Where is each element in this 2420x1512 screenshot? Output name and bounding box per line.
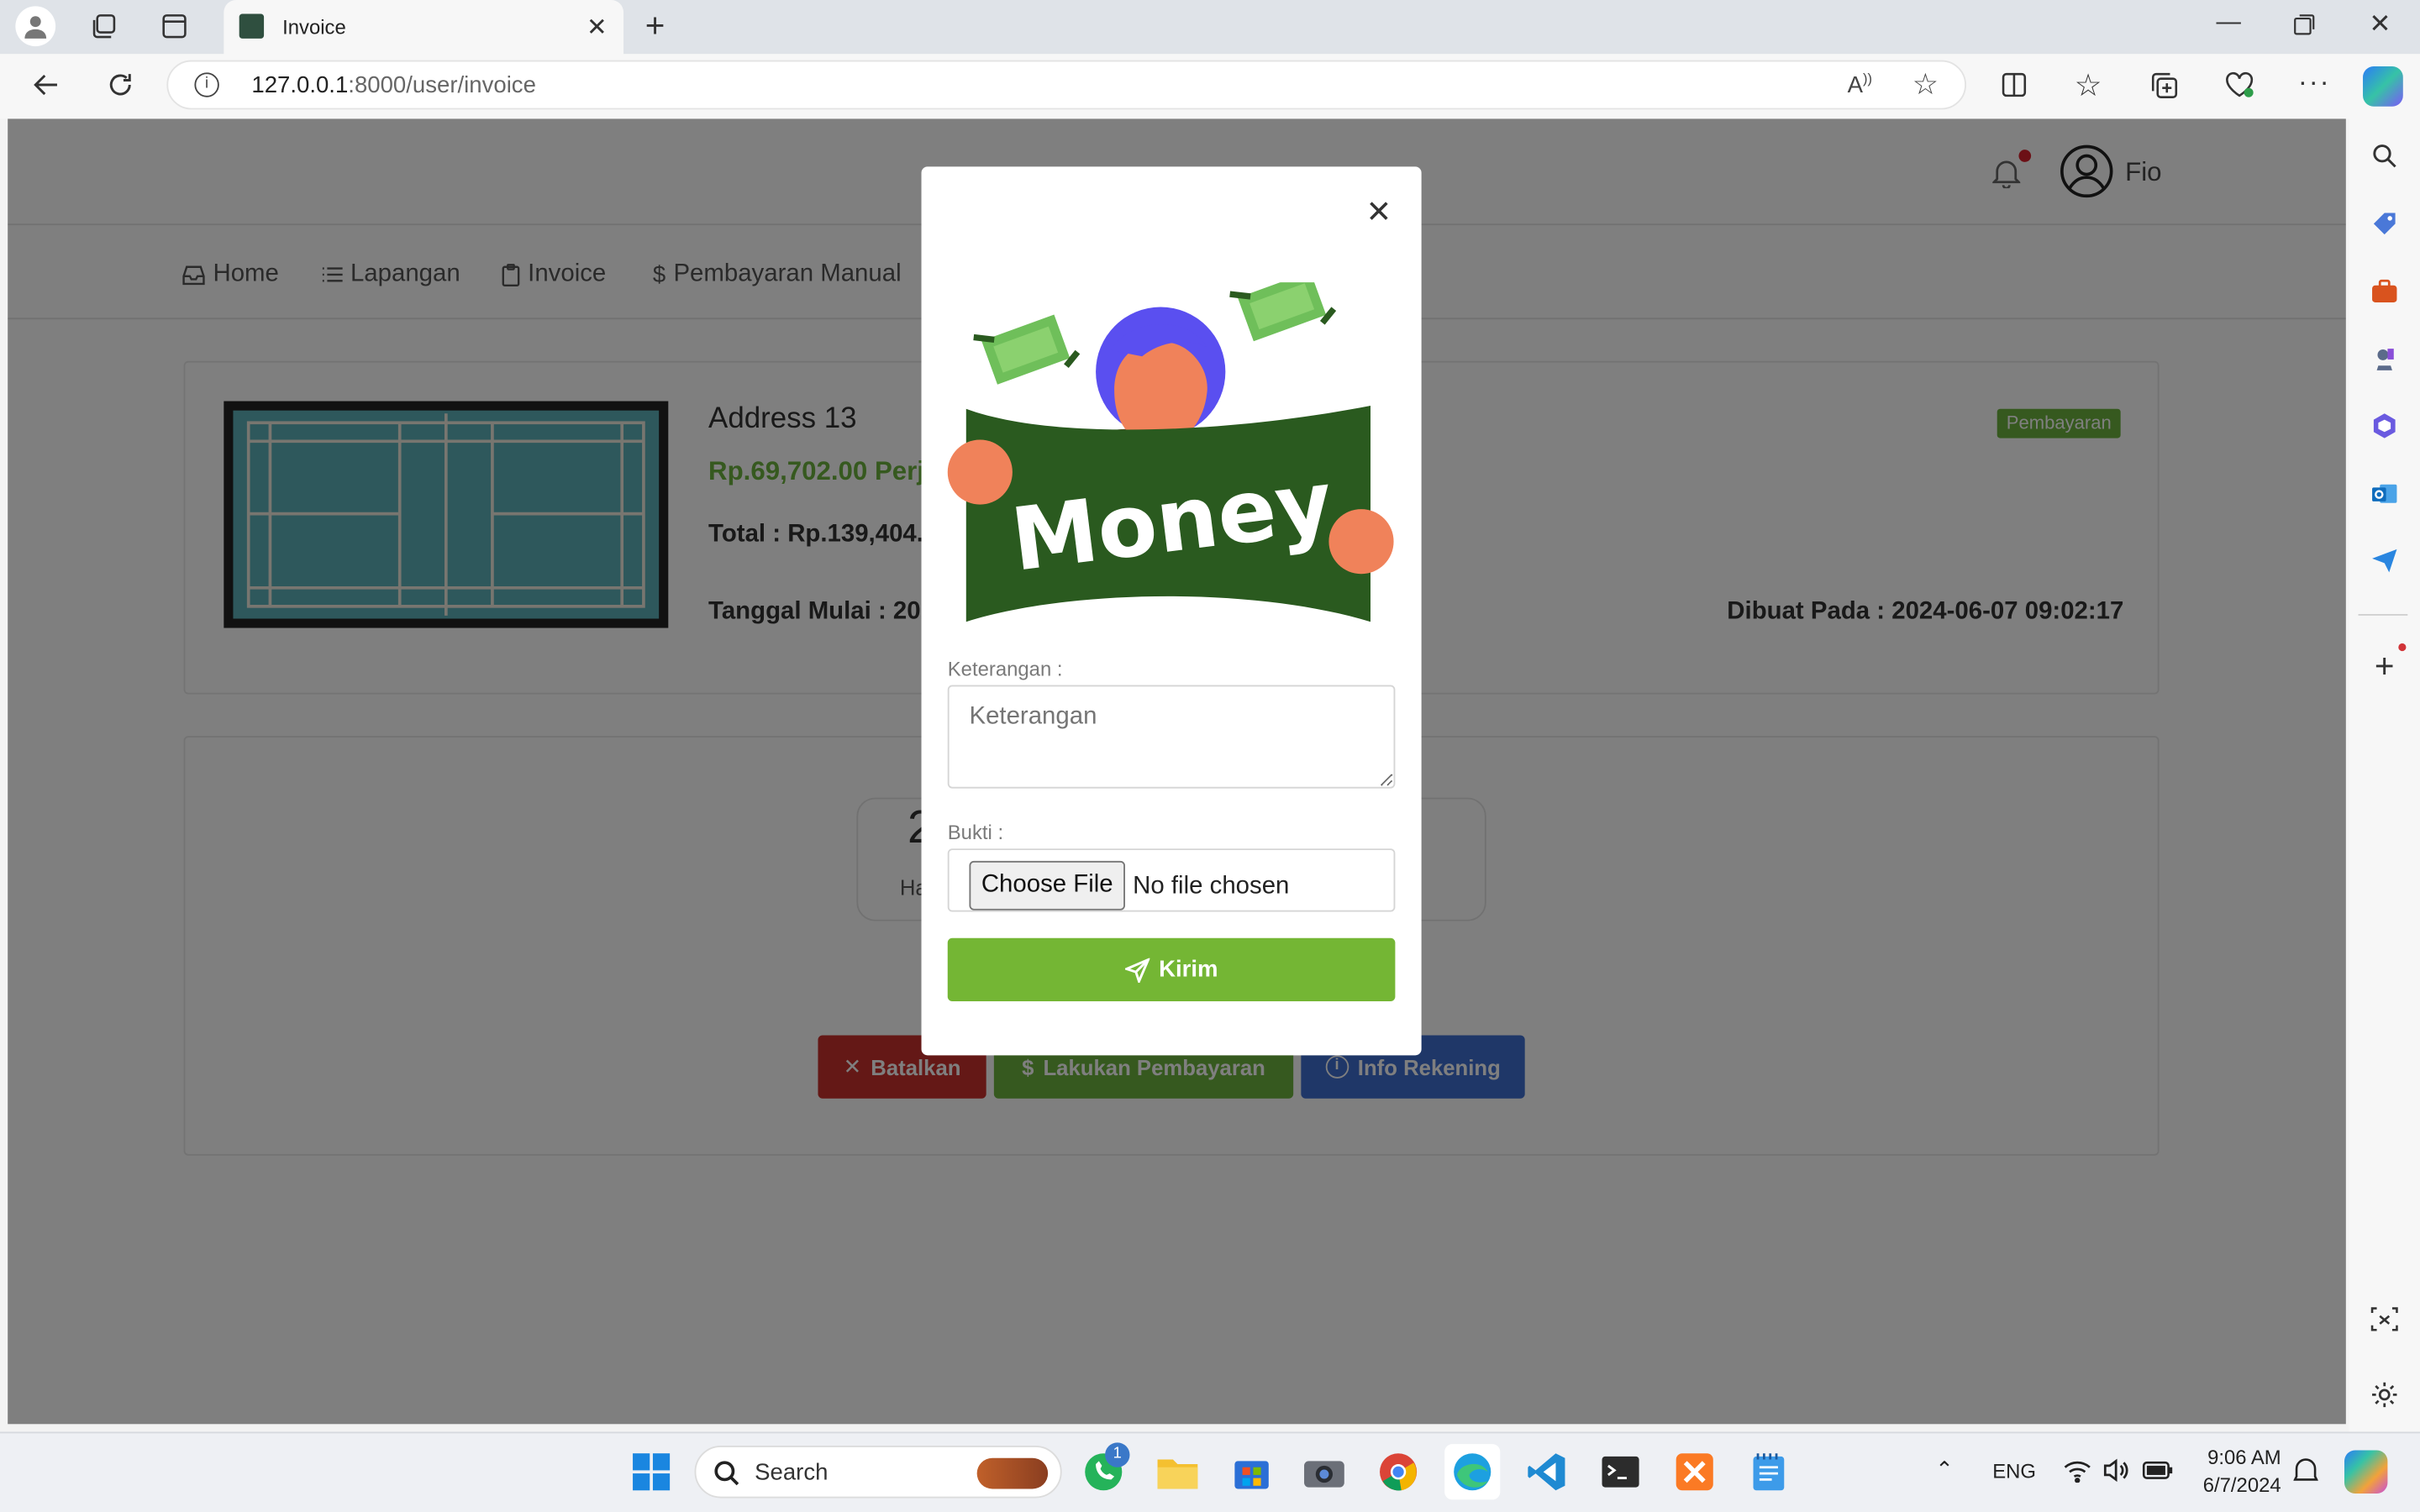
close-window-icon[interactable]: ✕ xyxy=(2369,9,2391,40)
close-tab-icon[interactable]: ✕ xyxy=(587,13,608,44)
tab-title: Invoice xyxy=(282,15,346,39)
refresh-icon[interactable] xyxy=(105,70,136,101)
tab-actions-icon[interactable] xyxy=(160,13,188,40)
restore-icon[interactable] xyxy=(2293,14,2315,36)
whatsapp-badge: 1 xyxy=(1105,1442,1130,1467)
search-icon[interactable] xyxy=(2365,136,2405,176)
copilot-icon[interactable] xyxy=(2363,66,2403,107)
keterangan-textarea[interactable] xyxy=(947,685,1396,789)
show-hidden-icons-icon[interactable]: ⌃ xyxy=(1935,1457,1954,1483)
search-placeholder: Search xyxy=(755,1459,829,1486)
back-icon[interactable] xyxy=(31,70,62,101)
split-screen-icon[interactable] xyxy=(2000,71,2028,98)
file-input[interactable]: Choose File No file chosen xyxy=(947,848,1396,912)
tools-briefcase-icon[interactable] xyxy=(2365,271,2405,312)
payment-modal: ✕ Money Keterangan : Bukti : xyxy=(921,166,1422,1056)
edge-sidebar xyxy=(2349,118,2420,1432)
read-aloud-icon[interactable]: A)) xyxy=(1848,71,1872,98)
screenshot-icon[interactable] xyxy=(2365,1299,2405,1340)
camera-icon[interactable] xyxy=(1297,1444,1352,1499)
favicon-icon xyxy=(239,13,265,39)
focus-assist-icon[interactable] xyxy=(2293,1458,2318,1483)
search-highlight-icon xyxy=(976,1457,1049,1489)
sidebar-settings-icon[interactable] xyxy=(2365,1375,2405,1415)
collections-icon[interactable] xyxy=(2150,71,2180,100)
xampp-icon[interactable] xyxy=(1667,1444,1723,1499)
copilot-taskbar-icon[interactable] xyxy=(2344,1450,2388,1494)
workspaces-icon[interactable] xyxy=(88,11,119,42)
outlook-icon[interactable] xyxy=(2365,474,2405,514)
favorite-star-icon[interactable]: ☆ xyxy=(1912,68,1939,103)
send-icon xyxy=(1124,957,1150,983)
shopping-tag-icon[interactable] xyxy=(2365,203,2405,244)
taskbar-search[interactable]: Search xyxy=(694,1446,1062,1499)
file-status: No file chosen xyxy=(1133,873,1290,900)
vscode-icon[interactable] xyxy=(1518,1444,1574,1499)
bukti-label: Bukti : xyxy=(947,821,1004,844)
browser-essentials-icon[interactable] xyxy=(2224,71,2255,98)
address-bar[interactable]: i 127.0.0.1:8000/user/invoice A)) ☆ xyxy=(166,60,1966,110)
more-options-icon[interactable]: ··· xyxy=(2298,66,2331,99)
games-chess-icon[interactable] xyxy=(2365,339,2405,380)
chrome-icon[interactable] xyxy=(1370,1444,1426,1499)
new-tab-icon[interactable]: + xyxy=(645,6,666,46)
search-icon xyxy=(713,1460,741,1488)
microsoft-365-icon[interactable] xyxy=(2365,406,2405,446)
edge-icon[interactable] xyxy=(1444,1444,1501,1500)
notepad-icon[interactable] xyxy=(1741,1444,1797,1499)
favorites-icon[interactable]: ☆ xyxy=(2075,66,2102,105)
terminal-icon[interactable] xyxy=(1593,1444,1649,1499)
wifi-icon[interactable] xyxy=(2064,1458,2091,1483)
keterangan-label: Keterangan : xyxy=(947,657,1063,680)
url-text: 127.0.0.1:8000/user/invoice xyxy=(251,72,536,99)
language-indicator[interactable]: ENG xyxy=(1992,1460,2036,1483)
file-explorer-icon[interactable] xyxy=(1150,1444,1205,1499)
site-info-icon[interactable]: i xyxy=(194,72,219,97)
clock-date[interactable]: 6/7/2024 xyxy=(2182,1473,2281,1497)
minimize-icon[interactable]: — xyxy=(2217,9,2241,37)
money-illustration: Money xyxy=(944,282,1402,637)
sidebar-divider xyxy=(2358,614,2408,616)
tab-invoice[interactable]: Invoice ✕ xyxy=(224,0,624,56)
notification-dot-icon xyxy=(2398,643,2407,652)
start-windows-icon[interactable] xyxy=(623,1444,679,1499)
clock-time[interactable]: 9:06 AM xyxy=(2182,1446,2281,1469)
modal-close-icon[interactable]: ✕ xyxy=(1366,193,1392,232)
volume-icon[interactable] xyxy=(2102,1458,2130,1483)
choose-file-button[interactable]: Choose File xyxy=(969,860,1125,911)
submit-button[interactable]: Kirim xyxy=(947,937,1396,1002)
drop-send-icon[interactable] xyxy=(2365,540,2405,580)
microsoft-store-icon[interactable] xyxy=(1224,1444,1280,1499)
profile-icon[interactable] xyxy=(15,6,56,47)
add-sidebar-app-icon[interactable]: + xyxy=(2365,647,2405,687)
battery-icon[interactable] xyxy=(2142,1461,2173,1479)
taskbar xyxy=(0,1431,2420,1512)
